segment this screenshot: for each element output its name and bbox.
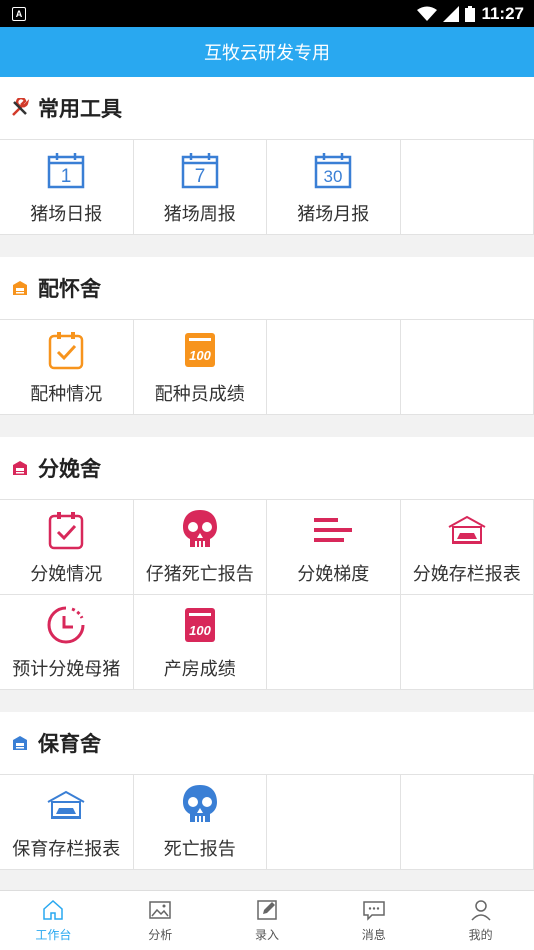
tool-item-label: 保育存栏报表 — [12, 839, 121, 860]
barn-icon — [10, 278, 30, 298]
clock-icon — [44, 603, 88, 647]
section-header: 常用工具 — [0, 77, 534, 139]
section-header: 分娩舍 — [0, 437, 534, 499]
section-3: 保育舍 保育存栏报表 死亡报告 — [0, 712, 534, 870]
image-icon — [149, 901, 171, 919]
svg-text:1: 1 — [61, 166, 72, 187]
tab-label: 工作台 — [35, 928, 72, 942]
bottom-tab-bar: 工作台 分析 录入 消息 我的 — [0, 890, 534, 950]
barn-icon — [10, 733, 30, 753]
tab-messages[interactable]: 消息 — [320, 891, 427, 950]
app-title-bar: 互牧云研发专用 — [0, 27, 534, 77]
calendar-30-icon: 30 — [311, 148, 355, 192]
battery-icon — [465, 5, 476, 22]
svg-text:30: 30 — [324, 167, 343, 186]
tool-item-label: 配种情况 — [30, 384, 103, 405]
tool-item-label: 死亡报告 — [163, 839, 236, 860]
tab-profile[interactable]: 我的 — [427, 891, 534, 950]
clock-time: 11:27 — [481, 3, 524, 23]
message-icon — [363, 901, 385, 921]
tool-item-label: 仔猪死亡报告 — [145, 564, 254, 585]
clipboard-check-icon — [44, 328, 88, 372]
tool-item[interactable]: 7 猪场周报 — [133, 140, 267, 235]
empty-cell — [400, 320, 534, 415]
tool-item-label: 分娩存栏报表 — [412, 564, 521, 585]
section-0: 常用工具 1 猪场日报 7 猪场周报 30 猪场月报 — [0, 77, 534, 235]
tool-item[interactable]: 预计分娩母猪 — [0, 595, 134, 690]
svg-text:100: 100 — [189, 623, 211, 638]
tab-workbench[interactable]: 工作台 — [0, 891, 107, 950]
calendar-1-icon: 1 — [44, 148, 88, 192]
section-title: 分娩舍 — [38, 457, 101, 481]
edit-icon — [257, 900, 277, 920]
tool-item[interactable]: 100 配种员成绩 — [133, 320, 267, 415]
score-100-icon: 100 — [178, 328, 222, 372]
wifi-icon — [417, 6, 438, 21]
tool-item[interactable]: 配种情况 — [0, 320, 134, 415]
empty-cell — [267, 320, 401, 415]
tool-grid: 1 猪场日报 7 猪场周报 30 猪场月报 — [0, 139, 534, 235]
tool-grid: 保育存栏报表 死亡报告 — [0, 774, 534, 870]
tool-item[interactable]: 分娩情况 — [0, 500, 134, 595]
signal-icon — [443, 5, 460, 22]
section-header: 保育舍 — [0, 712, 534, 774]
tool-item-label: 配种员成绩 — [154, 384, 245, 405]
tab-entry[interactable]: 录入 — [214, 891, 321, 950]
tool-grid: 配种情况 100 配种员成绩 — [0, 319, 534, 415]
empty-cell — [267, 595, 401, 690]
tool-item-label: 猪场月报 — [297, 204, 370, 225]
tool-grid: 分娩情况 仔猪死亡报告 分娩梯度 分娩存栏报表 预计分娩母猪 100 产房成绩 — [0, 499, 534, 690]
score-100-icon: 100 — [178, 603, 222, 647]
tab-label: 录入 — [254, 928, 279, 942]
svg-text:100: 100 — [189, 348, 211, 363]
section-title: 配怀舍 — [38, 277, 101, 301]
garage-icon — [445, 508, 489, 552]
section-title: 保育舍 — [38, 732, 101, 756]
tool-item-label: 产房成绩 — [163, 659, 236, 680]
clipboard-check-icon — [44, 508, 88, 552]
tool-item-label: 预计分娩母猪 — [12, 659, 121, 680]
calendar-7-icon: 7 — [178, 148, 222, 192]
tool-item[interactable]: 1 猪场日报 — [0, 140, 134, 235]
status-bar: A 11:27 — [0, 0, 534, 27]
garage-icon — [44, 783, 88, 827]
tool-item-label: 分娩梯度 — [297, 564, 370, 585]
section-1: 配怀舍 配种情况 100 配种员成绩 — [0, 257, 534, 415]
tab-label: 分析 — [148, 928, 173, 942]
svg-text:7: 7 — [194, 166, 205, 187]
tool-item-label: 猪场日报 — [30, 204, 103, 225]
skull-icon — [178, 783, 222, 827]
tool-item-label: 分娩情况 — [30, 564, 103, 585]
barn-icon — [10, 458, 30, 478]
tool-item-label: 猪场周报 — [163, 204, 236, 225]
user-icon — [471, 900, 491, 921]
tool-item[interactable]: 100 产房成绩 — [133, 595, 267, 690]
tab-analysis[interactable]: 分析 — [107, 891, 214, 950]
section-header: 配怀舍 — [0, 257, 534, 319]
tab-label: 消息 — [361, 928, 386, 942]
notification-icon: A — [12, 6, 26, 21]
bars-icon — [311, 508, 355, 552]
tool-item[interactable]: 分娩梯度 — [267, 500, 401, 595]
section-title: 常用工具 — [38, 97, 122, 121]
tool-item[interactable]: 保育存栏报表 — [0, 775, 134, 870]
tool-item[interactable]: 30 猪场月报 — [267, 140, 401, 235]
empty-cell — [267, 775, 401, 870]
tab-label: 我的 — [468, 928, 493, 942]
empty-cell — [400, 775, 534, 870]
skull-icon — [178, 508, 222, 552]
tool-item[interactable]: 分娩存栏报表 — [400, 500, 534, 595]
tool-item[interactable]: 仔猪死亡报告 — [133, 500, 267, 595]
empty-cell — [400, 595, 534, 690]
tool-item[interactable]: 死亡报告 — [133, 775, 267, 870]
home-icon — [43, 899, 64, 920]
empty-cell — [400, 140, 534, 235]
page-title: 互牧云研发专用 — [204, 43, 330, 64]
wrench-icon — [10, 98, 30, 118]
section-2: 分娩舍 分娩情况 仔猪死亡报告 分娩梯度 分娩存栏报表 预计分娩母猪 100 产… — [0, 437, 534, 690]
